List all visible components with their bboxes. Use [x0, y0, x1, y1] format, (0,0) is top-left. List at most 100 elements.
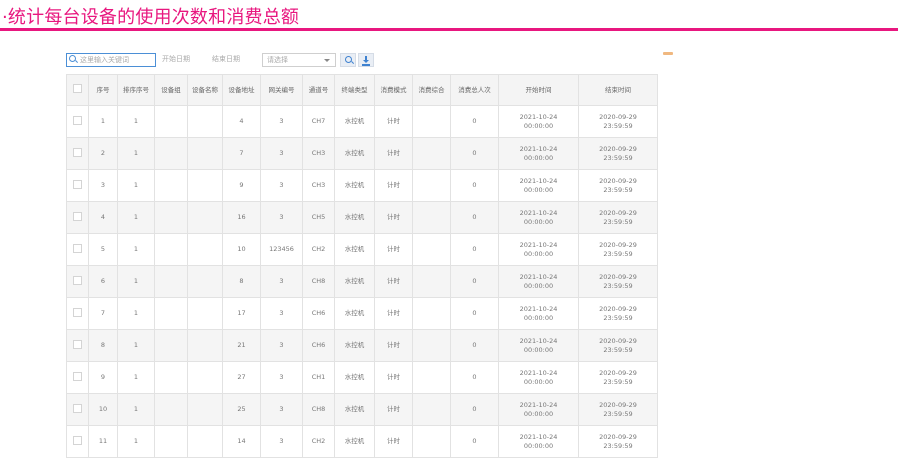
row-checkbox[interactable] — [73, 147, 82, 157]
column-header[interactable]: 网关编号 — [260, 74, 303, 106]
cell-count: 0 — [450, 425, 499, 458]
cell-addr: 9 — [222, 169, 261, 202]
column-header[interactable]: 消费综合 — [412, 74, 451, 106]
cell-count: 0 — [450, 297, 499, 330]
cell-end-time: 2020-09-29 23:59:59 — [578, 425, 658, 458]
column-header[interactable]: 序号 — [88, 74, 118, 106]
row-checkbox[interactable] — [73, 275, 82, 285]
cell-start-time: 2021-10-24 00:00:00 — [498, 137, 579, 170]
row-checkbox[interactable] — [73, 211, 82, 221]
cell-sum — [412, 329, 451, 362]
cell-terminal: 水控机 — [334, 329, 375, 362]
cell-sort: 1 — [117, 297, 155, 330]
start-date-field[interactable]: 开始日期 — [158, 53, 206, 67]
end-clock: 23:59:59 — [603, 185, 633, 194]
column-header[interactable]: 消费模式 — [374, 74, 413, 106]
end-clock: 23:59:59 — [603, 249, 633, 258]
table-row[interactable]: 9 1 27 3 CH1 水控机 计时 0 2021-10-24 00:00:00 2020-09-… — [66, 361, 658, 394]
column-header[interactable]: 开始时间 — [498, 74, 579, 106]
cell-terminal: 水控机 — [334, 137, 375, 170]
row-checkbox-cell[interactable] — [66, 297, 89, 330]
cell-mode: 计时 — [374, 265, 413, 298]
cell-count: 0 — [450, 169, 499, 202]
cell-group — [154, 329, 188, 362]
table-row[interactable]: 4 1 16 3 CH5 水控机 计时 0 2021-10-24 00:00:00 2020-09-… — [66, 201, 658, 234]
column-header[interactable]: 消费总人次 — [450, 74, 499, 106]
cell-gateway: 123456 — [260, 233, 303, 266]
cell-seq: 4 — [88, 201, 118, 234]
row-checkbox[interactable] — [73, 435, 82, 445]
cell-seq: 10 — [88, 393, 118, 426]
row-checkbox[interactable] — [73, 307, 82, 317]
row-checkbox[interactable] — [73, 371, 82, 381]
end-date-field[interactable]: 结束日期 — [208, 53, 260, 67]
row-checkbox[interactable] — [73, 403, 82, 413]
select-all-checkbox[interactable] — [73, 84, 82, 93]
cell-name — [187, 201, 223, 234]
search-icon — [69, 55, 76, 62]
cell-seq: 5 — [88, 233, 118, 266]
table-row[interactable]: 8 1 21 3 CH6 水控机 计时 0 2021-10-24 00:00:00 2020-09-… — [66, 329, 658, 362]
row-checkbox[interactable] — [73, 339, 82, 349]
cell-terminal: 水控机 — [334, 297, 375, 330]
cell-channel: CH7 — [302, 105, 335, 138]
column-header[interactable]: 排序序号 — [117, 74, 155, 106]
end-date: 2020-09-29 — [599, 336, 637, 345]
cell-start-time: 2021-10-24 00:00:00 — [498, 233, 579, 266]
cell-channel: CH8 — [302, 265, 335, 298]
cell-end-time: 2020-09-29 23:59:59 — [578, 297, 658, 330]
row-checkbox-cell[interactable] — [66, 425, 89, 458]
table-row[interactable]: 1 1 4 3 CH7 水控机 计时 0 2021-10-24 00:00:00 2020-09-2… — [66, 105, 658, 138]
row-checkbox-cell[interactable] — [66, 105, 89, 138]
cell-seq: 8 — [88, 329, 118, 362]
status-select-value: 请选择 — [267, 56, 288, 64]
cell-end-time: 2020-09-29 23:59:59 — [578, 265, 658, 298]
status-select[interactable]: 请选择 — [262, 53, 336, 67]
table-row[interactable]: 10 1 25 3 CH8 水控机 计时 0 2021-10-24 00:00:00 2020-09… — [66, 393, 658, 426]
cell-addr: 14 — [222, 425, 261, 458]
start-date: 2021-10-24 — [519, 144, 558, 153]
row-checkbox-cell[interactable] — [66, 393, 89, 426]
row-checkbox-cell[interactable] — [66, 201, 89, 234]
column-header[interactable]: 设备名称 — [187, 74, 223, 106]
table-row[interactable]: 11 1 14 3 CH2 水控机 计时 0 2021-10-24 00:00:00 2020-09… — [66, 425, 658, 458]
row-checkbox[interactable] — [73, 115, 82, 125]
cell-sort: 1 — [117, 265, 155, 298]
table-row[interactable]: 7 1 17 3 CH6 水控机 计时 0 2021-10-24 00:00:00 2020-09-… — [66, 297, 658, 330]
cell-name — [187, 233, 223, 266]
table-row[interactable]: 3 1 9 3 CH3 水控机 计时 0 2021-10-24 00:00:00 2020-09-2… — [66, 169, 658, 202]
row-checkbox-cell[interactable] — [66, 233, 89, 266]
search-input[interactable]: 这里输入关键词 — [66, 53, 156, 67]
table-row[interactable]: 2 1 7 3 CH3 水控机 计时 0 2021-10-24 00:00:00 2020-09-2… — [66, 137, 658, 170]
cell-end-time: 2020-09-29 23:59:59 — [578, 233, 658, 266]
cell-name — [187, 265, 223, 298]
end-clock: 23:59:59 — [603, 377, 633, 386]
end-date: 2020-09-29 — [599, 272, 637, 281]
row-checkbox-cell[interactable] — [66, 361, 89, 394]
start-date: 2021-10-24 — [519, 368, 558, 377]
column-header[interactable]: 结束时间 — [578, 74, 658, 106]
row-checkbox[interactable] — [73, 179, 82, 189]
column-header[interactable]: 终端类型 — [334, 74, 375, 106]
row-checkbox-cell[interactable] — [66, 329, 89, 362]
header-checkbox-cell[interactable] — [66, 74, 89, 106]
table-row[interactable]: 6 1 8 3 CH8 水控机 计时 0 2021-10-24 00:00:00 2020-09-2… — [66, 265, 658, 298]
start-date: 2021-10-24 — [519, 208, 558, 217]
column-header[interactable]: 通道号 — [302, 74, 335, 106]
search-button[interactable] — [340, 53, 356, 67]
cell-sort: 1 — [117, 201, 155, 234]
column-header[interactable]: 设备地址 — [222, 74, 261, 106]
cell-count: 0 — [450, 201, 499, 234]
cell-channel: CH1 — [302, 361, 335, 394]
cell-start-time: 2021-10-24 00:00:00 — [498, 425, 579, 458]
export-button[interactable] — [358, 53, 374, 67]
table-row[interactable]: 5 1 10 123456 CH2 水控机 计时 0 2021-10-24 00:00:00 202… — [66, 233, 658, 266]
cell-sum — [412, 425, 451, 458]
column-header[interactable]: 设备组 — [154, 74, 188, 106]
cell-end-time: 2020-09-29 23:59:59 — [578, 169, 658, 202]
row-checkbox-cell[interactable] — [66, 265, 89, 298]
row-checkbox[interactable] — [73, 243, 82, 253]
cell-mode: 计时 — [374, 297, 413, 330]
row-checkbox-cell[interactable] — [66, 137, 89, 170]
row-checkbox-cell[interactable] — [66, 169, 89, 202]
